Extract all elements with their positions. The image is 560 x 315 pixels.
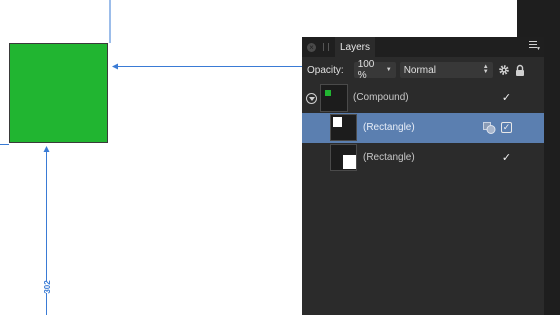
opacity-value: 100 % xyxy=(357,59,375,81)
visibility-checkbox[interactable]: ✓ xyxy=(501,122,512,133)
up-down-chevron-icon: ▲ ▼ xyxy=(482,64,489,75)
gear-icon[interactable] xyxy=(498,64,511,77)
opacity-row: Opacity: 100 % ▼ Normal ▲ ▼ xyxy=(302,57,544,83)
drag-grip-icon[interactable] xyxy=(323,43,329,51)
close-icon[interactable]: × xyxy=(307,42,316,52)
layer-thumbnail xyxy=(330,144,357,171)
layer-row-rectangle[interactable]: (Rectangle) ✓ xyxy=(302,143,544,173)
layer-name: (Rectangle) xyxy=(363,152,415,163)
visibility-checkbox[interactable]: ✓ xyxy=(501,92,512,104)
measure-label: 302 xyxy=(35,280,59,294)
expand-toggle-icon[interactable] xyxy=(306,93,317,104)
layer-thumbnail xyxy=(330,114,357,141)
opacity-field[interactable]: 100 % ▼ xyxy=(353,59,396,81)
layer-thumbnail xyxy=(320,84,348,112)
chevron-down-icon: ▼ xyxy=(385,67,392,73)
opacity-label: Opacity: xyxy=(307,64,344,76)
menu-icon[interactable]: ▼ xyxy=(529,41,541,52)
panel-tabbar: × Layers ▼ xyxy=(302,37,544,57)
blend-options-icon[interactable] xyxy=(483,122,496,134)
layer-row-compound[interactable]: (Compound) ✓ xyxy=(302,83,544,113)
tab-layers[interactable]: Layers xyxy=(335,37,376,57)
green-rectangle-shape[interactable] xyxy=(9,43,108,143)
layers-panel: × Layers ▼ Opacity: 100 % ▼ Normal ▲ ▼ (… xyxy=(302,37,544,315)
layer-name: (Compound) xyxy=(353,92,409,103)
blend-mode-select[interactable]: Normal ▲ ▼ xyxy=(399,62,493,78)
arrow-up-icon xyxy=(43,146,50,152)
layer-name: (Rectangle) xyxy=(363,122,415,133)
lock-icon[interactable] xyxy=(515,64,525,77)
blend-mode-value: Normal xyxy=(403,64,436,76)
visibility-checkbox[interactable]: ✓ xyxy=(501,152,512,164)
layer-row-rectangle-selected[interactable]: (Rectangle) ✓ xyxy=(302,113,544,143)
arrow-left-icon xyxy=(112,63,118,70)
